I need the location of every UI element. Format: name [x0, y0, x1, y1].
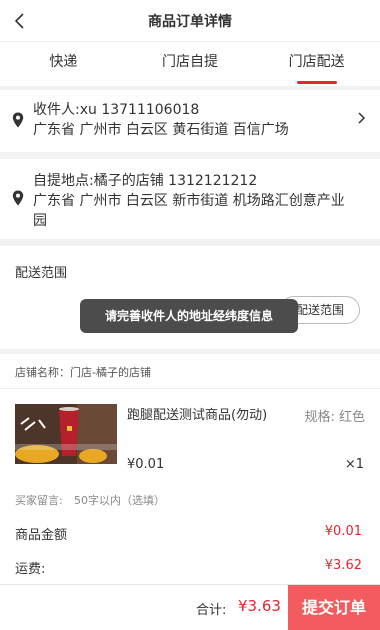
goods-spec: 规格: 红色: [304, 410, 365, 425]
location-pin-icon: [12, 112, 24, 128]
store-order-card: 店铺名称：门店-橘子的店铺 跑腿配送测试商品(勿动) 规格: 红色 ¥0.01 …: [0, 354, 380, 584]
divider: [0, 388, 380, 389]
chevron-right-icon: [358, 112, 366, 124]
pickup-address-line1: 广东省 广州市 白云区 新市街道 机场路汇创意产业: [33, 193, 345, 209]
header-bar: 商品订单详情: [0, 0, 380, 42]
tab-express[interactable]: 快递: [0, 42, 127, 86]
recipient-address: 广东省 广州市 白云区 黄石街道 百信广场: [33, 122, 289, 138]
pickup-address-card: 自提地点:橘子的店铺 1312121212 广东省 广州市 白云区 新市街道 机…: [0, 159, 380, 239]
goods-name: 跑腿配送测试商品(勿动): [127, 408, 268, 423]
page-title: 商品订单详情: [148, 14, 232, 30]
footer-bar: 合计: ¥3.63 提交订单: [0, 584, 380, 630]
delivery-range-title: 配送范围: [15, 266, 68, 281]
recipient-address-card[interactable]: 收件人:xu 13711106018 广东省 广州市 白云区 黄石街道 百信广场: [0, 90, 380, 152]
goods-thumbnail[interactable]: [15, 404, 117, 464]
recipient-name-phone: 收件人:xu 13711106018: [33, 102, 200, 118]
shipping-fee-value: ¥3.62: [324, 558, 362, 573]
goods-amount-label: 商品金额: [15, 528, 68, 543]
tab-store-delivery[interactable]: 门店配送: [253, 42, 380, 86]
delivery-tabs: 快递 门店自提 门店配送: [0, 42, 380, 86]
pickup-address-line2: 园: [33, 213, 47, 229]
store-name: 店铺名称：门店-橘子的店铺: [15, 366, 151, 379]
toast-message: 请完善收件人的地址经纬度信息: [80, 299, 298, 333]
total-label: 合计:: [196, 603, 227, 618]
location-pin-icon: [12, 190, 24, 206]
goods-price: ¥0.01: [127, 457, 165, 472]
goods-amount-value: ¥0.01: [324, 524, 362, 539]
buyer-message-input[interactable]: 50字以内（选填）: [74, 492, 165, 508]
buyer-message-label: 买家留言:: [15, 494, 63, 507]
total-value: ¥3.63: [238, 597, 281, 615]
pickup-store-phone: 自提地点:橘子的店铺 1312121212: [33, 173, 258, 189]
goods-quantity: ×1: [344, 457, 364, 472]
shipping-fee-label: 运费:: [15, 562, 46, 577]
submit-order-button[interactable]: 提交订单: [288, 585, 380, 630]
tab-store-pickup[interactable]: 门店自提: [127, 42, 254, 86]
